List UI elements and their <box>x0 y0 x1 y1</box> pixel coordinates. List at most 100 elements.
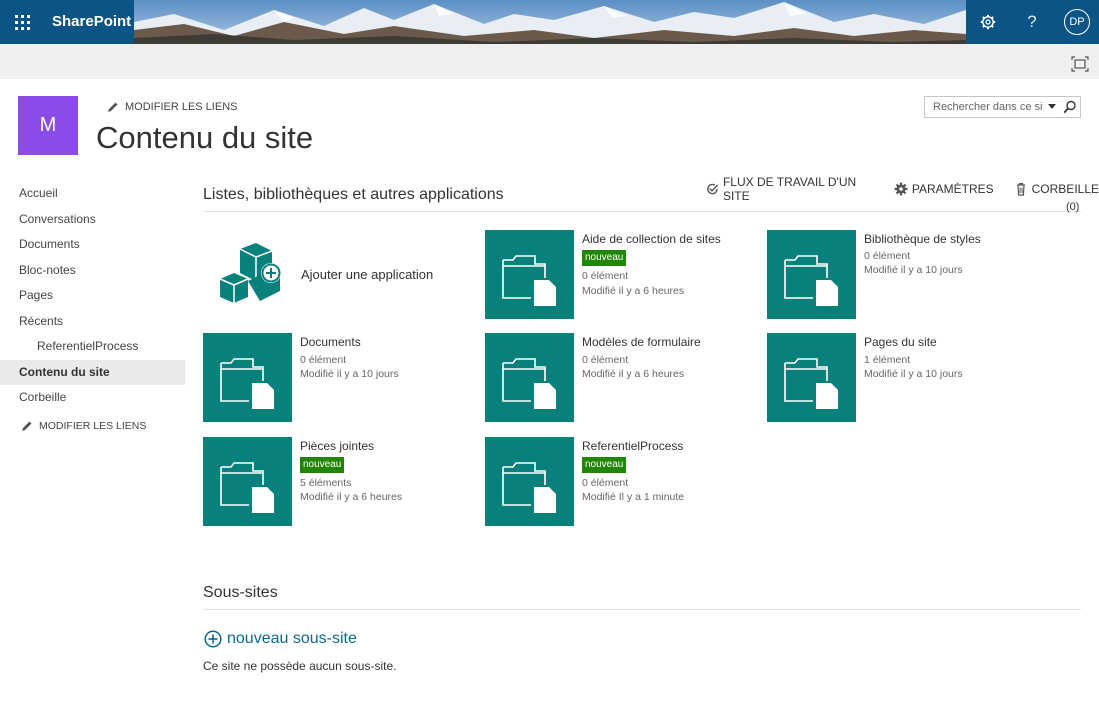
waffle-icon[interactable] <box>0 0 44 44</box>
library-folder-icon <box>220 358 274 409</box>
focus-on-content-icon[interactable] <box>1070 55 1090 73</box>
tile-modified: Modifié il y a 6 heures <box>582 368 685 380</box>
library-folder-icon <box>784 358 838 409</box>
help-icon: ? <box>1027 12 1037 31</box>
nav-item-referentielprocess[interactable]: ReferentielProcess <box>0 334 185 360</box>
app-tile-image[interactable] <box>485 333 574 422</box>
nav-edit-links[interactable]: MODIFIER LES LIENS <box>0 420 185 432</box>
new-badge: nouveau <box>582 457 627 473</box>
new-badge: nouveau <box>300 457 345 473</box>
gear-icon <box>894 182 908 196</box>
ribbon-bar <box>0 44 1099 79</box>
tile-item-count: 0 élément <box>582 270 629 282</box>
edit-links-top[interactable]: MODIFIER LES LIENS <box>107 101 237 113</box>
search-input[interactable] <box>925 97 1043 117</box>
site-logo[interactable]: M <box>18 96 78 155</box>
section-divider <box>203 211 1081 212</box>
tile-item-count: 0 élément <box>582 477 629 489</box>
tile-item-count: 5 éléments <box>300 477 352 489</box>
new-subsite-label: nouveau sous-site <box>227 630 357 647</box>
tile-title[interactable]: Aide de collection de sites <box>582 232 721 246</box>
app-tile: ReferentielProcess nouveau 0 élément Mod… <box>485 437 755 527</box>
pencil-icon <box>108 102 118 112</box>
tile-title[interactable]: Documents <box>300 335 361 349</box>
tile-item-count: 0 élément <box>864 250 911 262</box>
app-tile: Aide de collection de sites nouveau 0 él… <box>485 230 755 320</box>
settings-button[interactable]: PARAMÈTRES <box>894 182 994 196</box>
add-app-icon <box>219 243 281 303</box>
sharepoint-brand[interactable]: SharePoint <box>52 13 131 30</box>
new-subsite-link[interactable]: nouveau sous-site <box>204 630 357 648</box>
tile-modified: Modifié Il y a 1 minute <box>582 491 685 503</box>
tile-item-count: 0 élément <box>300 354 347 366</box>
tile-title[interactable]: Bibliothèque de styles <box>864 232 981 246</box>
nav-item-documents[interactable]: Documents <box>0 232 185 258</box>
site-workflows-label: FLUX DE TRAVAIL D'UN SITE <box>722 175 857 203</box>
page-title: Contenu du site <box>96 120 314 155</box>
section-title-apps: Listes, bibliothèques et autres applicat… <box>203 186 504 203</box>
user-avatar-button[interactable]: DP <box>1055 0 1099 44</box>
add-circle-icon <box>204 630 222 648</box>
tile-item-count: 1 élément <box>864 354 911 366</box>
recycle-bin-count: (0) <box>1066 201 1080 213</box>
nav-item-contenu-du-site[interactable]: Contenu du site <box>0 359 185 385</box>
help-button[interactable]: ? <box>1010 0 1054 44</box>
nav-item-conversations[interactable]: Conversations <box>0 207 185 233</box>
tile-modified: Modifié il y a 10 jours <box>864 368 963 380</box>
site-workflows-button[interactable]: FLUX DE TRAVAIL D'UN SITE <box>706 175 874 203</box>
add-app-tile[interactable]: Ajouter une application <box>203 230 473 320</box>
app-tile-image[interactable] <box>767 333 856 422</box>
recycle-bin-button[interactable]: CORBEILLE <box>1014 182 1099 196</box>
app-tile-image[interactable] <box>203 333 292 422</box>
section-divider <box>203 609 1081 610</box>
search-scope-dropdown-icon[interactable] <box>1048 104 1056 109</box>
avatar: DP <box>1064 9 1090 35</box>
tile-modified: Modifié il y a 6 heures <box>582 285 685 297</box>
mountain-banner-image <box>134 0 966 44</box>
library-folder-icon <box>502 255 556 306</box>
search-box <box>924 96 1081 118</box>
search-icon[interactable] <box>1063 100 1077 114</box>
library-folder-icon <box>220 462 274 513</box>
app-tile: Pièces jointes nouveau 5 éléments Modifi… <box>203 437 473 527</box>
section-title-subsites: Sous-sites <box>203 584 278 601</box>
library-folder-icon <box>502 358 556 409</box>
recycle-bin-label: CORBEILLE <box>1031 182 1099 196</box>
quick-launch-nav: Accueil Conversations Documents Bloc-not… <box>0 181 185 432</box>
tile-modified: Modifié il y a 10 jours <box>864 264 963 276</box>
app-tile-image[interactable] <box>485 437 574 526</box>
pencil-icon <box>22 421 32 431</box>
workflow-check-icon <box>707 183 719 195</box>
nav-item-corbeille[interactable]: Corbeille <box>0 385 185 411</box>
tile-item-count: 0 élément <box>582 354 629 366</box>
tile-title[interactable]: ReferentielProcess <box>582 439 683 453</box>
app-tile-image[interactable] <box>767 230 856 319</box>
nav-item-recents[interactable]: Récents <box>0 309 185 335</box>
library-folder-icon <box>502 462 556 513</box>
trash-icon <box>1016 183 1025 196</box>
app-tile-image[interactable] <box>485 230 574 319</box>
tile-modified: Modifié il y a 10 jours <box>300 368 399 380</box>
gear-icon <box>980 14 996 30</box>
nav-item-pages[interactable]: Pages <box>0 283 185 309</box>
nav-edit-links-label: MODIFIER LES LIENS <box>39 419 147 432</box>
tile-modified: Modifié il y a 6 heures <box>300 491 403 503</box>
tile-title[interactable]: Modèles de formulaire <box>582 335 701 349</box>
nav-item-accueil[interactable]: Accueil <box>0 181 185 207</box>
settings-gear-button[interactable] <box>966 0 1010 44</box>
new-badge: nouveau <box>582 250 627 266</box>
app-tile: Modèles de formulaire 0 élément Modifié … <box>485 333 755 423</box>
tile-title[interactable]: Pages du site <box>864 335 937 349</box>
tile-title[interactable]: Pièces jointes <box>300 439 374 453</box>
app-tile-image[interactable] <box>203 437 292 526</box>
add-app-label: Ajouter une application <box>301 267 434 282</box>
nav-item-bloc-notes[interactable]: Bloc-notes <box>0 258 185 284</box>
app-tile: Documents 0 élément Modifié il y a 10 jo… <box>203 333 473 423</box>
settings-label: PARAMÈTRES <box>911 182 994 196</box>
library-folder-icon <box>784 255 838 306</box>
app-tile: Pages du site 1 élément Modifié il y a 1… <box>767 333 1037 423</box>
suite-bar: SharePoint ? DP <box>0 0 1099 44</box>
app-tile: Bibliothèque de styles 0 élément Modifié… <box>767 230 1037 320</box>
action-bar: FLUX DE TRAVAIL D'UN SITE PARAMÈTRES COR… <box>706 175 1099 203</box>
no-subsite-message: Ce site ne possède aucun sous-site. <box>203 659 397 673</box>
